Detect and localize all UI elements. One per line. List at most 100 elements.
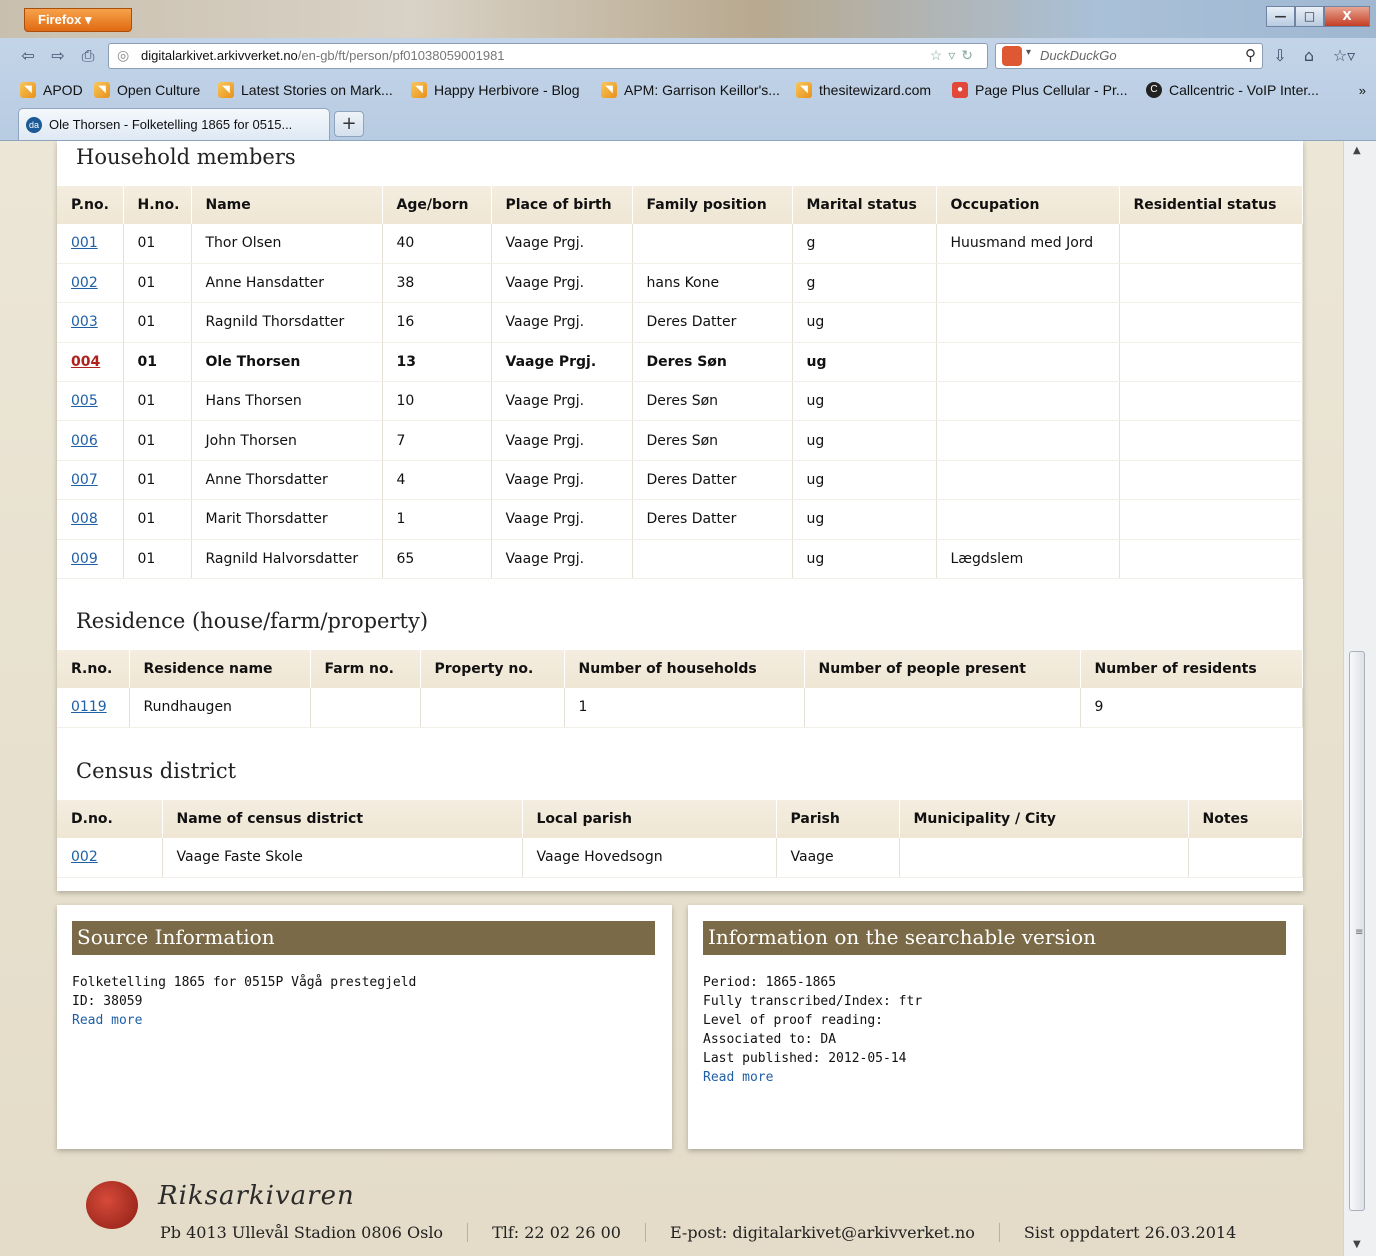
footer-contact: Pb 4013 Ullevål Stadion 0806 Oslo Tlf: 2… bbox=[160, 1223, 1260, 1242]
bookmarks-menu-icon[interactable]: ☆▿ bbox=[1326, 44, 1362, 68]
cell: Ragnild Thorsdatter bbox=[191, 302, 383, 343]
col-header[interactable]: Parish bbox=[776, 800, 900, 838]
bookmark-item[interactable]: ◥ APOD bbox=[20, 82, 83, 98]
district-link[interactable]: 002 bbox=[71, 849, 98, 865]
bookmark-star-icon[interactable]: ☆▿↻ bbox=[930, 47, 979, 64]
person-link[interactable]: 006 bbox=[71, 433, 98, 449]
footer-email[interactable]: E-post: digitalarkivet@arkivverket.no bbox=[644, 1223, 999, 1242]
cell: Ragnild Halvorsdatter bbox=[191, 539, 383, 580]
firefox-menu-button[interactable]: Firefox ▾ bbox=[24, 8, 132, 32]
col-header[interactable]: Age/born bbox=[382, 186, 492, 224]
residence-link[interactable]: 0119 bbox=[71, 699, 107, 715]
cell: ug bbox=[792, 460, 937, 501]
back-icon[interactable]: ⇦ bbox=[16, 44, 40, 68]
new-tab-button[interactable]: + bbox=[334, 111, 364, 137]
col-header[interactable]: Number of people present bbox=[804, 650, 1081, 688]
col-header[interactable]: Name bbox=[191, 186, 383, 224]
source-id-text: ID: 38059 bbox=[72, 994, 143, 1009]
residence-table: R.no. Residence name Farm no. Property n… bbox=[57, 650, 1303, 728]
print-icon[interactable]: ⎙ bbox=[76, 44, 100, 68]
col-header[interactable]: Local parish bbox=[522, 800, 777, 838]
col-header[interactable]: Residence name bbox=[129, 650, 311, 688]
col-header[interactable]: Property no. bbox=[420, 650, 565, 688]
cell bbox=[899, 838, 1189, 878]
vertical-scrollbar[interactable]: ▲ ≡ ▼ bbox=[1343, 141, 1376, 1256]
forward-icon[interactable]: ⇨ bbox=[46, 44, 70, 68]
rss-icon: ◥ bbox=[20, 82, 36, 98]
source-read-more-link[interactable]: Read more bbox=[72, 1013, 142, 1028]
footer-brand: Riksarkivaren bbox=[158, 1181, 355, 1211]
duckduckgo-logo-icon bbox=[1002, 46, 1022, 66]
table-row: 008 01 Marit Thorsdatter 1 Vaage Prgj. Deres … bbox=[57, 499, 1303, 540]
globe-icon: ◎ bbox=[117, 47, 130, 63]
tab-active[interactable]: da Ole Thorsen - Folketelling 1865 for 0… bbox=[18, 108, 330, 140]
riksarkivaren-seal-logo bbox=[86, 1181, 138, 1229]
col-header[interactable]: H.no. bbox=[123, 186, 192, 224]
cell: 01 bbox=[123, 263, 192, 304]
close-button[interactable]: X bbox=[1324, 6, 1370, 27]
minimize-button[interactable]: — bbox=[1266, 6, 1295, 27]
url-bar[interactable]: ◎ digitalarkivet.arkivverket.no/en-gb/ft… bbox=[108, 43, 988, 69]
cell bbox=[1119, 224, 1303, 264]
bookmark-item[interactable]: ◥ Happy Herbivore - Blog bbox=[411, 82, 580, 98]
col-header[interactable]: Number of households bbox=[564, 650, 805, 688]
col-header[interactable]: D.no. bbox=[57, 800, 163, 838]
searchable-version-card: Information on the searchable version Pe… bbox=[688, 905, 1303, 1149]
person-link[interactable]: 008 bbox=[71, 511, 98, 527]
tab-strip: da Ole Thorsen - Folketelling 1865 for 0… bbox=[0, 107, 1376, 141]
search-input[interactable]: ▾ DuckDuckGo ⚲ bbox=[995, 43, 1263, 69]
maximize-button[interactable]: □ bbox=[1295, 6, 1324, 27]
bookmarks-overflow-icon[interactable]: » bbox=[1359, 83, 1366, 98]
cell: 7 bbox=[382, 420, 492, 461]
person-link[interactable]: 004 bbox=[71, 354, 100, 370]
cell: Vaage Prgj. bbox=[491, 420, 633, 461]
person-link[interactable]: 009 bbox=[71, 551, 98, 567]
cell: Vaage Faste Skole bbox=[162, 838, 523, 878]
person-link[interactable]: 002 bbox=[71, 275, 98, 291]
person-link[interactable]: 001 bbox=[71, 235, 98, 251]
rss-icon: ◥ bbox=[94, 82, 110, 98]
searchable-read-more-link[interactable]: Read more bbox=[703, 1070, 773, 1085]
person-link[interactable]: 003 bbox=[71, 314, 98, 330]
source-info-heading: Source Information bbox=[72, 921, 655, 955]
scroll-up-icon[interactable]: ▲ bbox=[1353, 145, 1361, 156]
bookmark-item[interactable]: ◥ thesitewizard.com bbox=[796, 82, 931, 98]
person-link[interactable]: 005 bbox=[71, 393, 98, 409]
col-header[interactable]: Occupation bbox=[936, 186, 1120, 224]
cell bbox=[804, 688, 1081, 728]
col-header[interactable]: Municipality / City bbox=[899, 800, 1189, 838]
cell: John Thorsen bbox=[191, 420, 383, 461]
col-header[interactable]: P.no. bbox=[57, 186, 124, 224]
col-header[interactable]: Family position bbox=[632, 186, 793, 224]
rss-icon: ◥ bbox=[411, 82, 427, 98]
col-header[interactable]: Marital status bbox=[792, 186, 937, 224]
cell bbox=[936, 499, 1120, 540]
col-header[interactable]: Farm no. bbox=[310, 650, 421, 688]
scroll-down-icon[interactable]: ▼ bbox=[1353, 1239, 1361, 1250]
bookmark-item[interactable]: ◥ APM: Garrison Keillor's... bbox=[601, 82, 780, 98]
bookmark-item[interactable]: ◥ Latest Stories on Mark... bbox=[218, 82, 393, 98]
table-row: 002 01 Anne Hansdatter 38 Vaage Prgj. hans Ko… bbox=[57, 263, 1303, 304]
col-header[interactable]: Residential status bbox=[1119, 186, 1303, 224]
scrollbar-thumb[interactable]: ≡ bbox=[1349, 651, 1365, 1211]
household-table: P.no. H.no. Name Age/born Place of birth… bbox=[57, 186, 1303, 580]
cell: Deres Datter bbox=[632, 499, 793, 540]
table-header-row: D.no. Name of census district Local pari… bbox=[57, 800, 1303, 838]
col-header[interactable]: Name of census district bbox=[162, 800, 523, 838]
search-icon[interactable]: ⚲ bbox=[1245, 46, 1256, 64]
download-icon[interactable]: ⇩ bbox=[1268, 44, 1292, 68]
col-header[interactable]: Place of birth bbox=[491, 186, 633, 224]
cell bbox=[1119, 302, 1303, 343]
home-icon[interactable]: ⌂ bbox=[1297, 44, 1321, 68]
bookmark-item[interactable]: ◥ Open Culture bbox=[94, 82, 200, 98]
cell: Thor Olsen bbox=[191, 224, 383, 264]
col-header[interactable]: Notes bbox=[1188, 800, 1303, 838]
search-engine-dropdown-icon[interactable]: ▾ bbox=[1026, 47, 1031, 58]
col-header[interactable]: Number of residents bbox=[1080, 650, 1303, 688]
cell bbox=[936, 302, 1120, 343]
bookmark-item[interactable]: ● Page Plus Cellular - Pr... bbox=[952, 82, 1128, 98]
person-link[interactable]: 007 bbox=[71, 472, 98, 488]
col-header[interactable]: R.no. bbox=[57, 650, 130, 688]
bookmark-item[interactable]: C Callcentric - VoIP Inter... bbox=[1146, 82, 1319, 98]
table-header-row: R.no. Residence name Farm no. Property n… bbox=[57, 650, 1303, 688]
